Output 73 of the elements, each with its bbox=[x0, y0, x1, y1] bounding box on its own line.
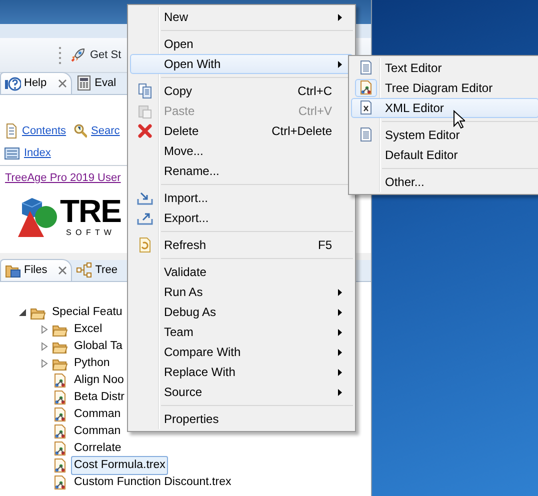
tree-item[interactable]: Global Ta bbox=[71, 336, 126, 356]
tree-item[interactable]: Special Featu bbox=[49, 302, 126, 322]
menu-item[interactable]: XML Editor bbox=[351, 98, 538, 118]
menu-item[interactable]: Run As bbox=[130, 282, 353, 302]
logo-wordmark: TRE bbox=[60, 194, 121, 226]
collapsed-arrow-icon[interactable] bbox=[40, 342, 49, 351]
refresh-icon bbox=[137, 237, 153, 253]
get-started-button[interactable]: Get St bbox=[70, 46, 122, 64]
menu-item[interactable]: New bbox=[130, 7, 353, 27]
tree-item[interactable]: Cost Formula.trex bbox=[71, 456, 168, 476]
tree-item[interactable]: Correlate bbox=[71, 438, 124, 458]
import-icon bbox=[137, 190, 153, 206]
contents-icon bbox=[4, 123, 18, 139]
menu-item[interactable]: Other... bbox=[351, 172, 538, 192]
expanded-arrow-icon[interactable] bbox=[18, 308, 27, 317]
tree-item[interactable]: Excel bbox=[71, 320, 106, 340]
menu-item[interactable]: Default Editor bbox=[351, 145, 538, 165]
menu-item[interactable]: System Editor bbox=[351, 125, 538, 145]
search-icon bbox=[73, 123, 88, 139]
tree-file-icon bbox=[52, 372, 68, 388]
logo-tagline: S O F T W bbox=[66, 226, 114, 238]
tree-file-icon bbox=[52, 474, 68, 490]
menu-item[interactable]: Open bbox=[130, 34, 353, 54]
collapsed-arrow-icon[interactable] bbox=[40, 325, 49, 334]
document-icon bbox=[358, 60, 374, 76]
tree-item[interactable]: Comman bbox=[71, 422, 124, 442]
menu-item[interactable]: Debug As bbox=[130, 302, 353, 322]
view-tab[interactable]: Eval bbox=[72, 72, 120, 94]
menu-item[interactable]: Validate bbox=[130, 262, 353, 282]
tree-file-icon bbox=[52, 406, 68, 422]
help-icon bbox=[5, 76, 21, 92]
rocket-icon bbox=[70, 47, 86, 64]
menu-item[interactable]: Team bbox=[130, 322, 353, 342]
tree-file-icon bbox=[52, 424, 68, 440]
index-icon bbox=[4, 146, 20, 160]
menu-item[interactable]: Open With bbox=[130, 54, 353, 74]
grip-icon bbox=[58, 46, 62, 64]
view-tab[interactable]: Files bbox=[0, 259, 72, 281]
tree-file-icon bbox=[52, 458, 68, 474]
tree-item[interactable]: Comman bbox=[71, 404, 124, 424]
paste-icon bbox=[137, 103, 153, 119]
menu-item[interactable]: Export... bbox=[130, 208, 353, 228]
tree-diagram-icon bbox=[76, 262, 92, 278]
menu-item[interactable]: Replace With bbox=[130, 362, 353, 382]
close-icon[interactable] bbox=[58, 266, 68, 275]
copy-icon bbox=[137, 83, 153, 99]
help-link[interactable]: Contents bbox=[22, 122, 66, 140]
index-link[interactable]: Index bbox=[24, 144, 51, 162]
menu-item[interactable]: Text Editor bbox=[351, 58, 538, 78]
tree-file-icon bbox=[358, 80, 374, 96]
menu-item[interactable]: Import... bbox=[130, 188, 353, 208]
tree-file-icon bbox=[52, 440, 68, 456]
help-link[interactable]: Searc bbox=[91, 122, 120, 140]
folders-icon bbox=[5, 262, 21, 278]
tree-item[interactable]: Custom Function Discount.trex bbox=[71, 472, 234, 492]
tree-item[interactable]: Python bbox=[71, 354, 113, 374]
menu-item[interactable]: Refresh F5 bbox=[130, 235, 353, 255]
menu-item[interactable]: Tree Diagram Editor bbox=[351, 78, 538, 98]
document-icon bbox=[358, 127, 374, 143]
tree-file-icon bbox=[52, 390, 68, 406]
collapsed-arrow-icon[interactable] bbox=[40, 359, 49, 368]
mouse-pointer-icon bbox=[453, 110, 465, 129]
tree-item[interactable]: Align Noo bbox=[71, 370, 127, 390]
delete-icon bbox=[137, 123, 153, 139]
view-tab[interactable]: Tree bbox=[72, 259, 122, 281]
menu-item[interactable]: Source bbox=[130, 382, 353, 402]
close-icon[interactable] bbox=[58, 79, 67, 88]
view-tab[interactable]: Help bbox=[0, 72, 72, 94]
xml-file-icon bbox=[358, 100, 374, 116]
tree-item[interactable]: Beta Distr bbox=[71, 388, 128, 408]
user-guide-link[interactable]: TreeAge Pro 2019 User bbox=[5, 170, 121, 186]
menu-item[interactable]: Properties bbox=[130, 409, 353, 429]
menu-item[interactable]: Compare With bbox=[130, 342, 353, 362]
